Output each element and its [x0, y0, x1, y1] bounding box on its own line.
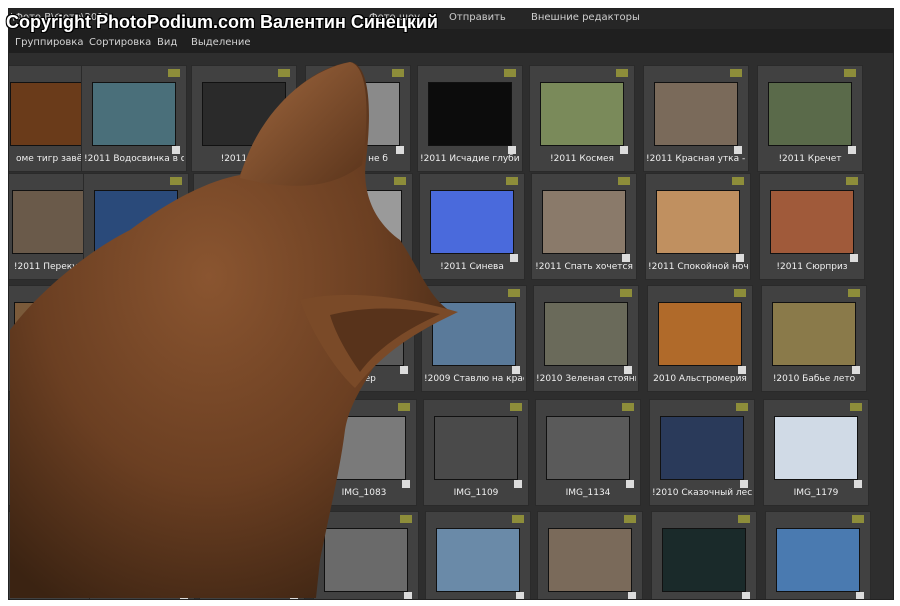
cat-silhouette: [10, 62, 458, 598]
cat-ear-back: [240, 62, 367, 186]
copyright-watermark: Copyright PhotoPodium.com Валентин Синец…: [6, 12, 438, 32]
